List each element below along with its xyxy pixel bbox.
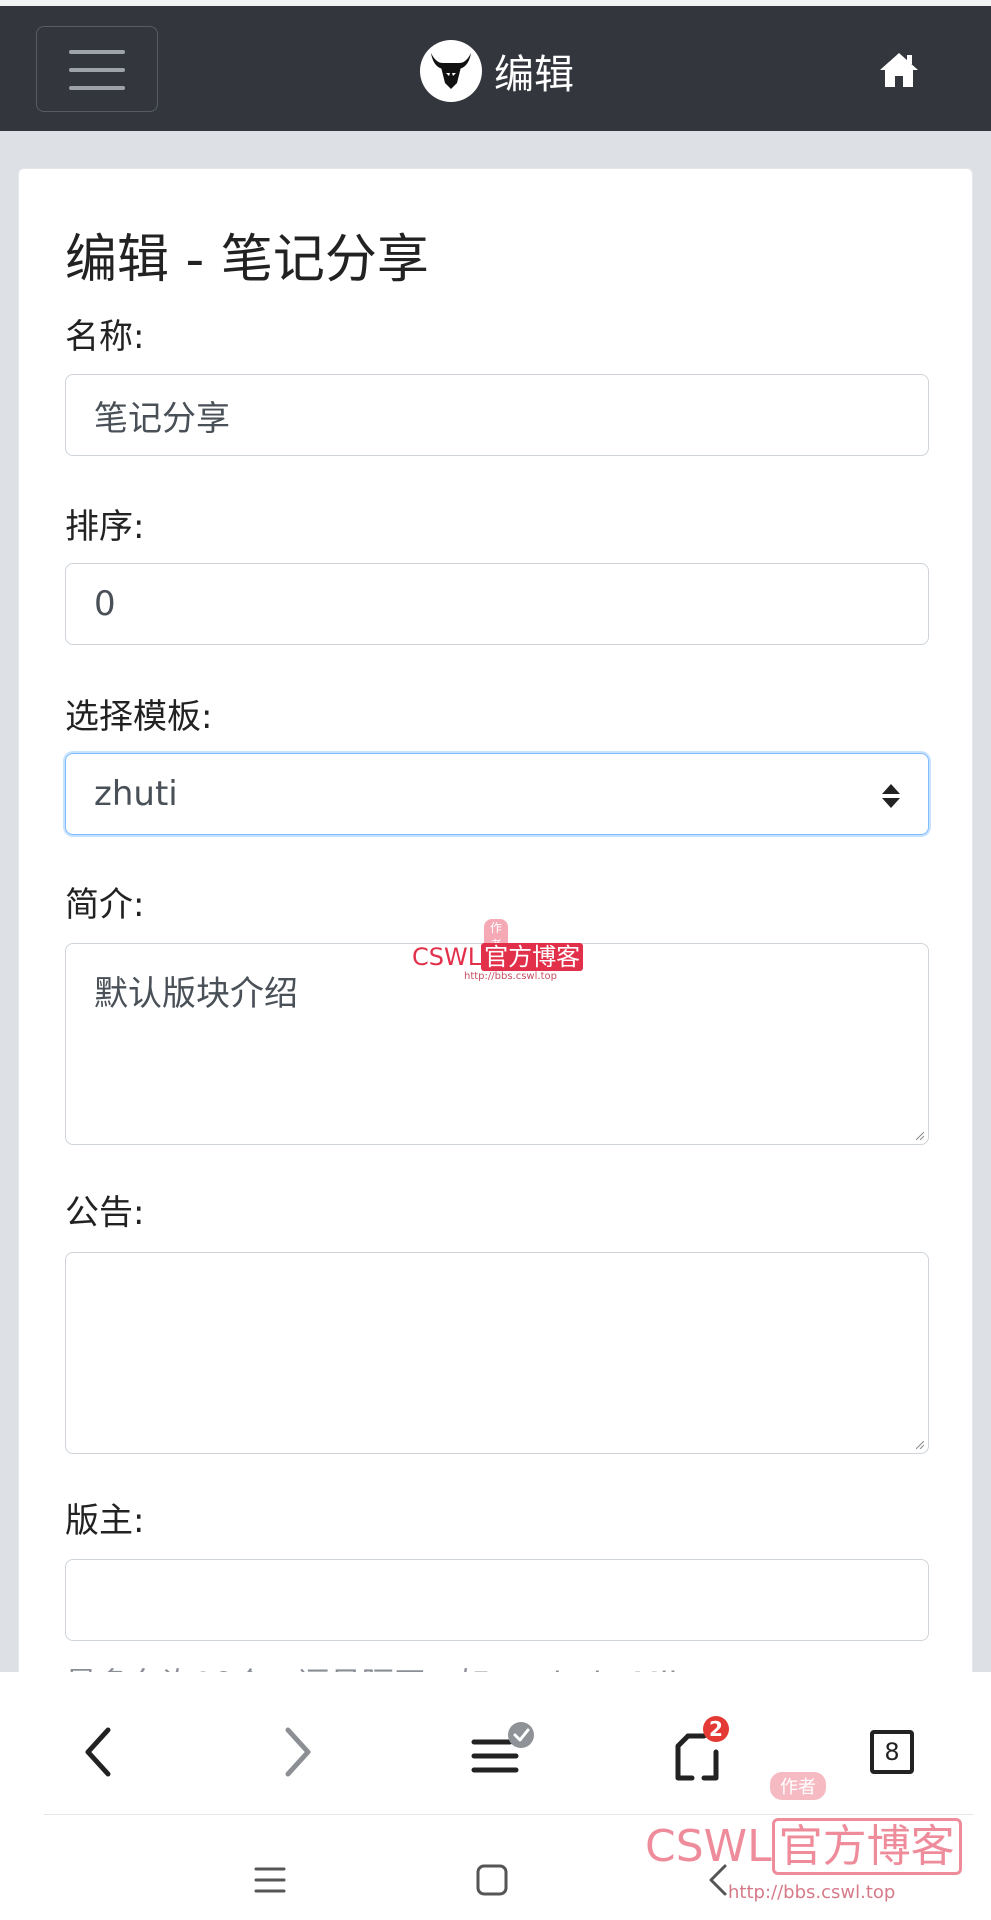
template-label: 选择模板:	[65, 697, 213, 737]
forward-button[interactable]	[258, 1712, 338, 1792]
resize-handle-icon[interactable]	[916, 1132, 924, 1140]
home-icon[interactable]	[878, 50, 920, 90]
notice-textarea[interactable]	[65, 1252, 929, 1454]
system-home-button[interactable]	[462, 1852, 522, 1908]
moderator-label: 版主:	[65, 1501, 145, 1541]
intro-label: 简介:	[65, 885, 145, 925]
share-button[interactable]: 2	[658, 1712, 738, 1792]
brand[interactable]: 编辑	[420, 39, 574, 103]
hamburger-icon-line	[69, 86, 125, 90]
select-caret-icon	[882, 784, 900, 808]
name-input[interactable]: 笔记分享	[65, 374, 929, 456]
bull-logo-icon	[420, 40, 482, 102]
intro-textarea-value: 默认版块介绍	[94, 974, 298, 1014]
order-input-value: 0	[94, 584, 116, 624]
share-badge: 2	[703, 1716, 729, 1742]
system-back-button[interactable]	[688, 1852, 748, 1908]
browser-menu-button[interactable]	[458, 1712, 538, 1792]
hamburger-menu-button[interactable]	[36, 26, 158, 112]
order-label: 排序:	[65, 507, 145, 547]
forward-arrow-icon	[285, 1727, 311, 1777]
bottom-divider	[44, 1814, 974, 1815]
hamburger-icon-line	[69, 50, 125, 54]
hamburger-icon-line	[69, 68, 125, 72]
name-label: 名称:	[65, 317, 145, 357]
moderator-input[interactable]	[65, 1559, 929, 1641]
recents-icon	[254, 1867, 286, 1893]
recents-button[interactable]	[240, 1852, 300, 1908]
menu-check-icon	[471, 1722, 534, 1773]
system-back-icon	[709, 1864, 727, 1896]
back-arrow-icon	[85, 1727, 111, 1777]
intro-textarea[interactable]: 默认版块介绍	[65, 943, 929, 1145]
home-square-icon	[476, 1864, 508, 1896]
name-input-value: 笔记分享	[94, 398, 230, 439]
form-heading: 编辑 - 笔记分享	[65, 230, 429, 290]
notice-label: 公告:	[65, 1193, 145, 1233]
tabs-button[interactable]: 8	[852, 1712, 932, 1792]
watermark-url-large: http://bbs.cswl.top	[728, 1882, 896, 1903]
order-input[interactable]: 0	[65, 563, 929, 645]
watermark-text-cn-large: 官方博客	[771, 1818, 962, 1875]
edit-form-card: 编辑 - 笔记分享 名称: 笔记分享 排序: 0 选择模板: zhuti 简介:…	[18, 168, 973, 1808]
template-select[interactable]: zhuti	[65, 753, 929, 835]
watermark-badge-large: 作者	[770, 1772, 826, 1800]
back-button[interactable]	[58, 1712, 138, 1792]
browser-bottom-bar: 2 8 作者 CSWL 官方博客 http://bbs.cswl.top	[0, 1672, 991, 1920]
resize-handle-icon[interactable]	[916, 1441, 924, 1449]
top-navbar: 编辑	[0, 6, 991, 131]
tabs-count-icon: 8	[870, 1730, 914, 1774]
template-select-value: zhuti	[94, 774, 178, 814]
page-title: 编辑	[494, 52, 574, 98]
